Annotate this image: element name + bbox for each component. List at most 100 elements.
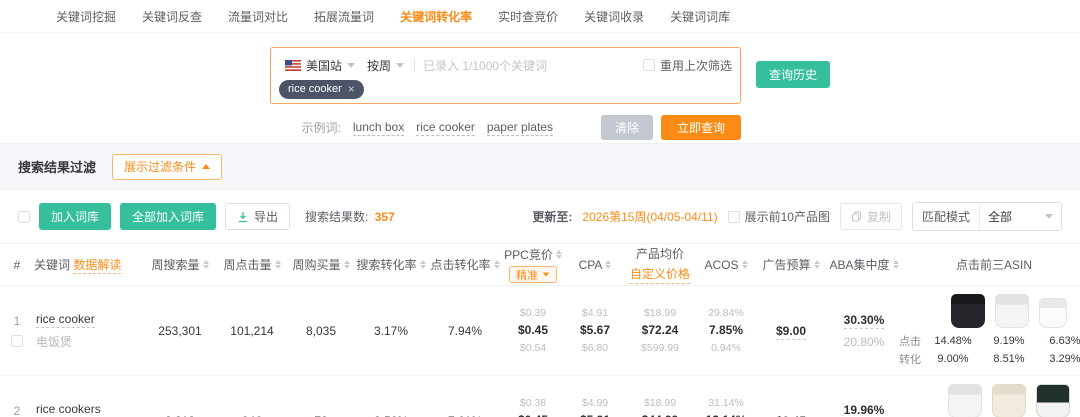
asin-conversion-rate: 3.29% bbox=[1037, 353, 1080, 365]
col-cpa: CPA bbox=[579, 258, 603, 272]
example-link-paper-plates[interactable]: paper plates bbox=[487, 120, 553, 136]
cpa-low: $4.99 bbox=[566, 395, 624, 411]
col-search-cvr: 搜索转化率 bbox=[356, 256, 416, 273]
show-top10-checkbox[interactable] bbox=[728, 211, 740, 223]
examples-label: 示例词: bbox=[302, 119, 341, 136]
ppc-match-type-select[interactable]: 精准 bbox=[509, 266, 557, 283]
download-icon bbox=[237, 211, 249, 223]
tab-keyword-indexing[interactable]: 关键词收录 bbox=[584, 8, 644, 25]
top-tab-bar: 关键词挖掘 关键词反查 流量词对比 拓展流量词 关键词转化率 实时查竞价 关键词… bbox=[0, 0, 1080, 33]
asin-click-rate: 14.48% bbox=[925, 335, 981, 347]
keyword-input-hint[interactable]: 已录入 1/1000个关键词 bbox=[423, 57, 643, 74]
ad-budget: $9.45 bbox=[776, 414, 806, 417]
clear-button[interactable]: 清除 bbox=[601, 115, 653, 140]
ppc-bid-range: $0.39 $0.45 $0.54 bbox=[504, 305, 562, 356]
sort-icon[interactable] bbox=[344, 260, 350, 269]
col-week-clicks: 周点击量 bbox=[223, 256, 271, 273]
asin-product-image[interactable] bbox=[948, 384, 982, 417]
asin-product-image[interactable] bbox=[1039, 298, 1067, 328]
keyword-link[interactable]: rice cookers bbox=[36, 402, 101, 417]
sort-icon[interactable] bbox=[742, 260, 748, 269]
row-index: 1 bbox=[14, 314, 21, 328]
sort-icon[interactable] bbox=[893, 260, 899, 269]
chevron-down-icon bbox=[396, 63, 404, 68]
select-all-checkbox[interactable] bbox=[18, 211, 30, 223]
sort-icon[interactable] bbox=[605, 260, 611, 269]
ppc-mid: $0.45 bbox=[504, 321, 562, 340]
col-ad-budget: 广告预算 bbox=[762, 256, 810, 273]
asin-click-rate: 6.63% bbox=[1037, 335, 1080, 347]
acos-low: 29.84% bbox=[696, 305, 756, 321]
keyword-link[interactable]: rice cooker bbox=[36, 312, 95, 328]
divider bbox=[414, 58, 415, 72]
click-cvr: 7.94% bbox=[428, 286, 502, 376]
week-purchases: 72 bbox=[288, 376, 354, 417]
tab-reverse-asin-lookup[interactable]: 关键词反查 bbox=[142, 8, 202, 25]
table-row: 1 rice cooker 电饭煲 253,301 101,214 8,035 … bbox=[0, 286, 1080, 376]
chevron-down-icon bbox=[347, 63, 355, 68]
copy-button[interactable]: 复制 bbox=[840, 203, 902, 230]
sort-icon[interactable] bbox=[275, 260, 281, 269]
col-keyword: 关键词 bbox=[34, 258, 70, 272]
ppc-low: $0.38 bbox=[504, 395, 562, 411]
acos-high: 0.94% bbox=[696, 340, 756, 356]
ppc-bid-range: $0.38 $0.45 $0.54 bbox=[504, 395, 562, 417]
cpa-mid: $5.91 bbox=[566, 411, 624, 417]
example-link-rice-cooker[interactable]: rice cooker bbox=[416, 120, 475, 136]
tab-keyword-mining[interactable]: 关键词挖掘 bbox=[56, 8, 116, 25]
asin-click-label: 点击 bbox=[895, 333, 925, 349]
updated-to-value: 2026第15周(04/05-04/11) bbox=[582, 208, 717, 225]
add-all-to-lexicon-button[interactable]: 全部加入词库 bbox=[120, 203, 216, 230]
query-history-button[interactable]: 查询历史 bbox=[756, 61, 830, 88]
sort-icon[interactable] bbox=[494, 260, 500, 269]
remove-tag-icon[interactable]: × bbox=[348, 83, 355, 95]
sort-icon[interactable] bbox=[420, 260, 426, 269]
sort-icon[interactable] bbox=[556, 250, 562, 259]
tab-realtime-bid-check[interactable]: 实时查竞价 bbox=[498, 8, 558, 25]
site-select[interactable]: 美国站 bbox=[279, 57, 361, 74]
top3-asin-panel: 点击 14.48% 9.19% 6.63% 转化 9.00% 8.51% 3.2… bbox=[906, 294, 1080, 367]
cpa-range: $4.91 $5.67 $6.80 bbox=[566, 305, 624, 356]
reuse-last-filter-checkbox[interactable] bbox=[643, 59, 655, 71]
data-insight-link[interactable]: 数据解读 bbox=[73, 258, 121, 274]
asin-product-image[interactable] bbox=[992, 384, 1026, 417]
add-to-lexicon-button[interactable]: 加入词库 bbox=[39, 203, 111, 230]
asin-product-image[interactable] bbox=[1036, 384, 1070, 417]
row-checkbox[interactable] bbox=[11, 335, 23, 347]
custom-price-link[interactable]: 自定义价格 bbox=[630, 265, 690, 284]
example-link-lunch-box[interactable]: lunch box bbox=[353, 120, 404, 136]
keyword-tag[interactable]: rice cooker × bbox=[279, 80, 364, 99]
asin-product-image[interactable] bbox=[995, 294, 1029, 328]
tab-traffic-word-compare[interactable]: 流量词对比 bbox=[228, 8, 288, 25]
sort-icon[interactable] bbox=[203, 260, 209, 269]
acos-low: 31.14% bbox=[696, 395, 756, 411]
site-select-value: 美国站 bbox=[306, 57, 342, 74]
reuse-last-filter-option[interactable]: 重用上次筛选 bbox=[643, 57, 732, 74]
query-now-button[interactable]: 立即查询 bbox=[661, 115, 741, 140]
tab-keyword-conversion-rate[interactable]: 关键词转化率 bbox=[400, 8, 472, 25]
result-count: 搜索结果数: 357 bbox=[305, 208, 395, 225]
price-mid: $44.99 bbox=[628, 411, 692, 417]
col-aba-concentration: ABA集中度 bbox=[829, 256, 889, 273]
show-filter-conditions-button[interactable]: 展示过滤条件 bbox=[112, 154, 222, 180]
filter-title: 搜索结果过滤 bbox=[18, 157, 96, 176]
acos-range: 29.84% 7.85% 0.94% bbox=[696, 305, 756, 356]
asin-product-image[interactable] bbox=[951, 294, 985, 328]
show-top10-product-images-option[interactable]: 展示前10产品图 bbox=[728, 208, 830, 225]
chevron-down-icon bbox=[543, 273, 549, 277]
col-acos: ACOS bbox=[704, 258, 738, 272]
tab-keyword-lexicon[interactable]: 关键词词库 bbox=[670, 8, 730, 25]
tab-expand-traffic-words[interactable]: 拓展流量词 bbox=[314, 8, 374, 25]
table-header-row: # 关键词 数据解读 周搜索量 周点击量 周购买量 搜索转化率 点击转化率 PP… bbox=[0, 244, 1080, 286]
export-button[interactable]: 导出 bbox=[225, 203, 290, 230]
price-low: $18.99 bbox=[628, 395, 692, 411]
cpa-range: $4.99 $5.91 $7.10 bbox=[566, 395, 624, 417]
period-select[interactable]: 按周 bbox=[361, 57, 410, 74]
keyword-results-table: # 关键词 数据解读 周搜索量 周点击量 周购买量 搜索转化率 点击转化率 PP… bbox=[0, 243, 1080, 417]
match-mode-value: 全部 bbox=[980, 208, 1045, 225]
result-count-value: 357 bbox=[375, 210, 395, 224]
match-mode-select[interactable]: 匹配模式 全部 bbox=[912, 202, 1062, 231]
sort-icon[interactable] bbox=[814, 260, 820, 269]
col-ppc-bid: PPC竞价 bbox=[504, 246, 553, 263]
asin-conversion-rate: 8.51% bbox=[981, 353, 1037, 365]
